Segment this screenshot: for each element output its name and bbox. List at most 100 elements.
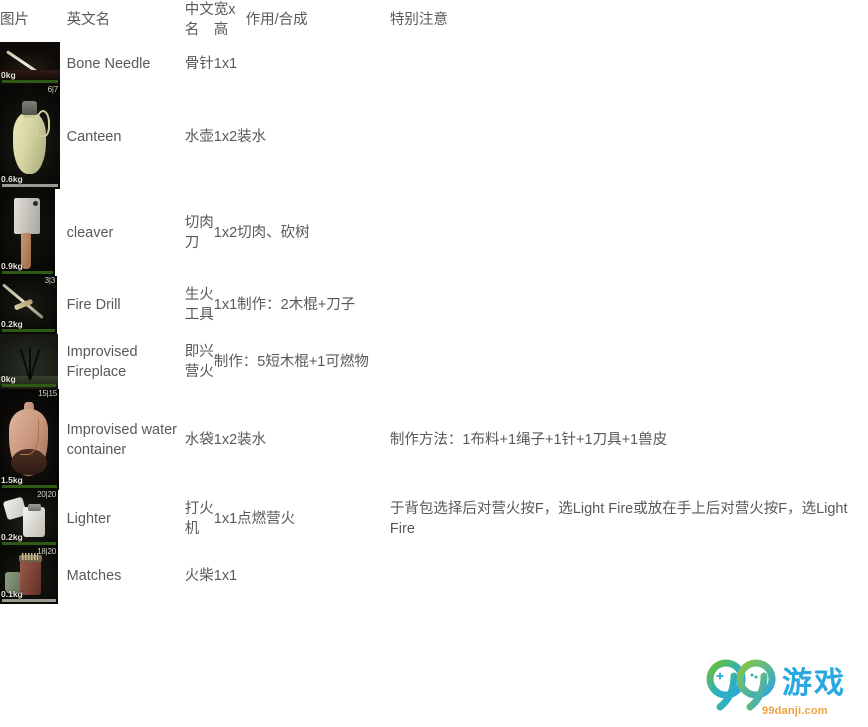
item-icon-condition-bar — [2, 485, 57, 488]
item-chinese-name: 打火机 — [184, 500, 214, 537]
item-english-name: Improvised Fireplace — [66, 343, 138, 380]
cell-notes — [390, 42, 868, 85]
header-cell-image: 图片 — [0, 0, 67, 42]
cell-size-use: 1x1 — [214, 547, 390, 604]
cell-english-name: Canteen — [67, 85, 185, 189]
cell-notes — [390, 85, 868, 189]
page-root: 图片 英文名 中文名 宽x高作用/合成 特别注意 0kg Bone Needle 骨… — [0, 0, 868, 727]
table-row: 0.9kg cleaver 切肉刀 1x2切肉、砍树 — [0, 189, 868, 276]
item-icon-count-badge: 20|20 — [37, 490, 56, 499]
item-notes: 于背包选择后对营火按F，选Light Fire或放在手上后对营火按F，选Ligh… — [389, 500, 848, 537]
table-row: 18|20 0.1kg Matches 火柴 1x1 — [0, 547, 868, 604]
item-icon-count-badge: 3|3 — [44, 276, 56, 285]
cell-size-use: 1x2切肉、砍树 — [214, 189, 390, 276]
item-icon-condition-bar — [2, 184, 58, 187]
cell-notes — [390, 276, 868, 334]
item-icon-cleaver: 0.9kg — [0, 189, 55, 276]
item-chinese-name: 水袋 — [184, 431, 214, 448]
cell-chinese-name: 生火工具 — [185, 276, 214, 334]
item-chinese-name: 水壶 — [184, 129, 214, 145]
item-size-use: 制作：5短木棍+1可燃物 — [213, 353, 369, 370]
cell-chinese-name: 火柴 — [185, 547, 214, 604]
cell-english-name: Matches — [67, 547, 185, 604]
header-label-use-craft: 作用/合成 — [245, 12, 308, 28]
cell-chinese-name: 即兴营火 — [185, 334, 214, 389]
table-row: 20|20 0.2kg Lighter 打火机 1x1点燃营火 于背包选择后对营火按F，选… — [0, 490, 868, 547]
cell-english-name: cleaver — [67, 189, 185, 276]
cell-notes: 制作方法：1布料+1绳子+1针+1刀具+1兽皮 — [390, 389, 868, 490]
item-icon-canteen: 6|7 0.6kg — [0, 85, 60, 189]
item-size-use: 1x1点燃营火 — [213, 510, 296, 527]
cell-item-icon: 20|20 0.2kg — [0, 490, 67, 547]
cell-notes: 于背包选择后对营火按F，选Light Fire或放在手上后对营火按F，选Ligh… — [390, 490, 868, 547]
header-label-size: 宽x高 — [213, 2, 236, 38]
item-size-use: 1x1 — [213, 55, 238, 72]
cell-item-icon: 15|15 1.5kg — [0, 389, 67, 490]
item-english-name: cleaver — [66, 224, 114, 241]
item-chinese-name: 即兴营火 — [184, 343, 214, 380]
header-label-notes: 特别注意 — [389, 12, 448, 28]
item-chinese-name: 切肉刀 — [184, 214, 214, 251]
cell-size-use: 1x1点燃营火 — [214, 490, 390, 547]
cell-english-name: Improvised water container — [67, 389, 185, 490]
cell-item-icon: 0.9kg — [0, 189, 67, 276]
watermark-99danji: 游 戏 99danji.com — [704, 659, 856, 721]
item-size-use: 1x2装水 — [213, 129, 267, 145]
cell-chinese-name: 水袋 — [185, 389, 214, 490]
item-icon-water-container: 15|15 1.5kg — [0, 389, 59, 490]
cell-chinese-name: 水壶 — [185, 85, 214, 189]
item-icon-weight-label: 0.1kg — [1, 589, 23, 599]
item-icon-condition-bar — [2, 329, 55, 332]
cell-size-use: 1x1制作：2木棍+刀子 — [214, 276, 390, 334]
header-cell-chinese-name: 中文名 — [185, 0, 214, 42]
item-icon-weight-label: 0.2kg — [1, 319, 23, 329]
item-icon-weight-label: 1.5kg — [1, 475, 23, 485]
cell-notes — [390, 189, 868, 276]
item-size-use: 1x2切肉、砍树 — [213, 224, 310, 241]
cell-notes — [390, 334, 868, 389]
item-icon-weight-label: 0.6kg — [1, 174, 23, 184]
cell-chinese-name: 骨针 — [185, 42, 214, 85]
table-row: 6|7 0.6kg Canteen 水壶 1x2装水 — [0, 85, 868, 189]
header-cell-notes: 特别注意 — [390, 0, 868, 42]
item-icon-fire-drill: 3|3 0.2kg — [0, 276, 57, 334]
item-size-use: 1x2装水 — [213, 431, 267, 448]
item-icon-condition-bar — [2, 271, 53, 274]
item-icon-condition-bar — [2, 384, 56, 387]
item-icon-count-badge: 15|15 — [38, 389, 57, 398]
cell-item-icon: 0kg — [0, 334, 67, 389]
item-english-name: Matches — [66, 567, 122, 584]
cell-size-use: 制作：5短木棍+1可燃物 — [214, 334, 390, 389]
table-row: 3|3 0.2kg Fire Drill 生火工具 1x1制作：2木棍+刀子 — [0, 276, 868, 334]
item-chinese-name: 骨针 — [184, 55, 214, 72]
cell-english-name: Bone Needle — [67, 42, 185, 85]
item-icon-count-badge: 18|20 — [37, 547, 56, 556]
header-cell-size-use: 宽x高作用/合成 — [214, 0, 390, 42]
item-table: 图片 英文名 中文名 宽x高作用/合成 特别注意 0kg Bone Needle 骨… — [0, 0, 868, 604]
item-icon-count-badge: 6|7 — [47, 85, 59, 94]
header-cell-english-name: 英文名 — [67, 0, 185, 42]
item-icon-lighter: 20|20 0.2kg — [0, 490, 58, 547]
cell-english-name: Fire Drill — [67, 276, 185, 334]
header-label-chinese-name: 中文名 — [184, 2, 214, 38]
item-english-name: Canteen — [66, 129, 122, 145]
item-icon-fireplace: 0kg — [0, 334, 58, 389]
item-icon-condition-bar — [2, 599, 56, 602]
item-icon-bone-needle: 0kg — [0, 42, 60, 85]
item-size-use: 1x1制作：2木棍+刀子 — [213, 297, 356, 313]
item-notes: 制作方法：1布料+1绳子+1针+1刀具+1兽皮 — [389, 431, 668, 448]
table-row: 0kg Bone Needle 骨针 1x1 — [0, 42, 868, 85]
cell-english-name: Improvised Fireplace — [67, 334, 185, 389]
item-english-name: Fire Drill — [66, 297, 121, 313]
cell-item-icon: 0kg — [0, 42, 67, 85]
item-icon-condition-bar — [2, 80, 58, 83]
cell-chinese-name: 切肉刀 — [185, 189, 214, 276]
svg-text:游: 游 — [782, 667, 812, 700]
cell-english-name: Lighter — [67, 490, 185, 547]
table-header-row: 图片 英文名 中文名 宽x高作用/合成 特别注意 — [0, 0, 868, 42]
cell-size-use: 1x2装水 — [214, 389, 390, 490]
cell-item-icon: 3|3 0.2kg — [0, 276, 67, 334]
cell-notes — [390, 547, 868, 604]
item-size-use: 1x1 — [213, 567, 238, 584]
item-english-name: Bone Needle — [66, 55, 151, 72]
